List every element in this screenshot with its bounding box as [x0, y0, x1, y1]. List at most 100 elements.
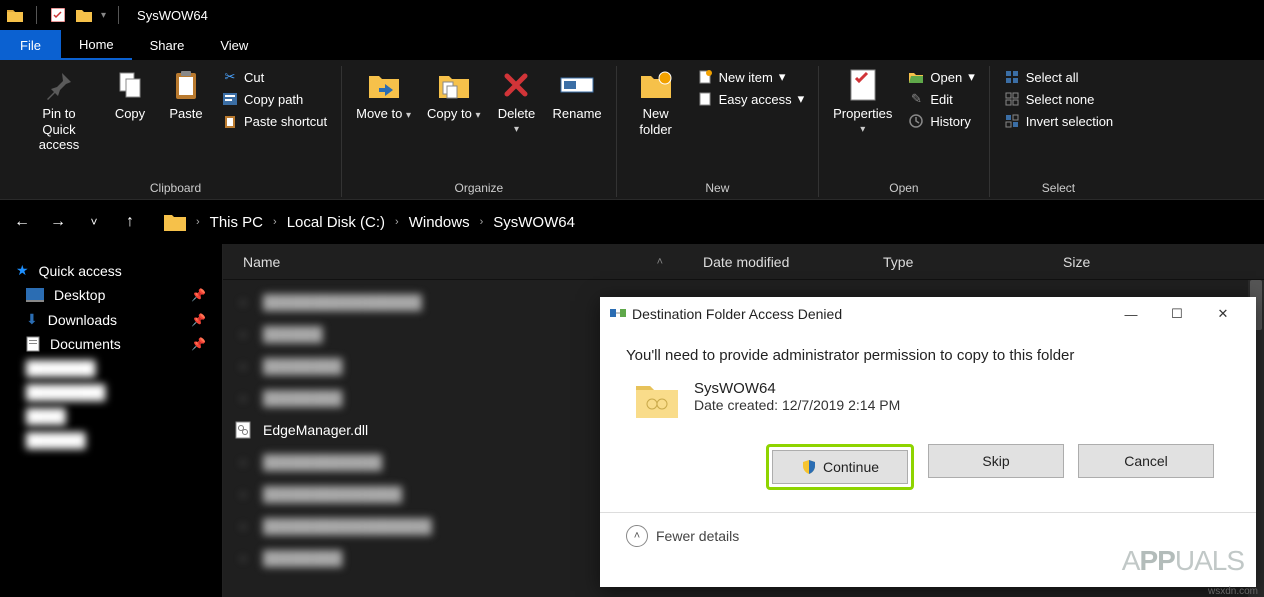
download-icon: ⬇	[26, 311, 38, 328]
breadcrumb[interactable]: › This PC › Local Disk (C:) › Windows › …	[164, 213, 575, 231]
home-tab[interactable]: Home	[61, 30, 132, 60]
ribbon-group-organize: Move to ▾ Copy to ▾ Delete ▾ Rename Orga…	[342, 66, 617, 197]
cancel-button[interactable]: Cancel	[1078, 444, 1214, 478]
pin-quickaccess-button[interactable]: Pin to Quick access	[20, 66, 98, 179]
up-button[interactable]: ↑	[118, 213, 142, 231]
col-name[interactable]: Name˄	[223, 254, 683, 270]
caret-down-icon: ▾	[860, 124, 865, 135]
shield-icon	[801, 459, 817, 475]
cut-button[interactable]: ✂Cut	[218, 68, 331, 86]
folder-icon[interactable]	[75, 6, 93, 24]
file-menu[interactable]: File	[0, 30, 61, 60]
invert-icon	[1004, 113, 1020, 129]
recent-dropdown[interactable]: ˅	[82, 215, 106, 229]
sidebar-item-blurred[interactable]: ██████	[8, 428, 214, 452]
invert-selection-button[interactable]: Invert selection	[1000, 112, 1117, 130]
path-icon	[222, 91, 238, 107]
crumb-drive[interactable]: Local Disk (C:)	[287, 214, 385, 231]
newitem-icon	[697, 69, 713, 85]
dialog-message: You'll need to provide administrator per…	[626, 347, 1230, 364]
pin-icon: 📌	[191, 337, 206, 351]
chevron-up-icon[interactable]: ˄	[626, 525, 648, 547]
chevron-right-icon[interactable]: ›	[273, 216, 277, 228]
continue-highlight: Continue	[766, 444, 914, 490]
pin-icon	[42, 68, 76, 102]
easy-access-button[interactable]: Easy access ▾	[693, 90, 809, 108]
chevron-right-icon[interactable]: ›	[196, 216, 200, 228]
rename-button[interactable]: Rename	[548, 66, 605, 179]
sidebar-item-blurred[interactable]: ████	[8, 404, 214, 428]
ribbon-group-select: Select all Select none Invert selection …	[990, 66, 1127, 197]
watermark-site: wsxdn.com	[1208, 586, 1258, 597]
col-type[interactable]: Type	[863, 254, 1043, 270]
select-none-button[interactable]: Select none	[1000, 90, 1117, 108]
minimize-button[interactable]: —	[1108, 307, 1154, 322]
col-modified[interactable]: Date modified	[683, 254, 863, 270]
crumb-windows[interactable]: Windows	[409, 214, 470, 231]
close-button[interactable]: ✕	[1200, 306, 1246, 322]
delete-button[interactable]: Delete ▾	[492, 66, 540, 179]
crumb-thispc[interactable]: This PC	[210, 214, 263, 231]
divider	[36, 6, 37, 24]
sidebar-item-blurred[interactable]: ████████	[8, 380, 214, 404]
caret-down-icon[interactable]: ▾	[101, 10, 106, 21]
selectall-icon	[1004, 69, 1020, 85]
star-icon: ★	[16, 262, 29, 279]
new-folder-button[interactable]: New folder	[627, 66, 685, 179]
edit-icon: ✎	[908, 91, 924, 107]
continue-button[interactable]: Continue	[772, 450, 908, 484]
open-icon	[908, 69, 924, 85]
paste-icon	[169, 68, 203, 102]
forward-button[interactable]: →	[46, 213, 70, 231]
column-headers: Name˄ Date modified Type Size	[223, 244, 1264, 280]
save-icon[interactable]	[49, 6, 67, 24]
newfolder-icon	[639, 68, 673, 102]
dialog-titlebar: Destination Folder Access Denied — ☐ ✕	[600, 297, 1256, 331]
edit-button[interactable]: ✎Edit	[904, 90, 978, 108]
skip-button[interactable]: Skip	[928, 444, 1064, 478]
copy-to-button[interactable]: Copy to ▾	[423, 66, 484, 179]
chevron-right-icon[interactable]: ›	[395, 216, 399, 228]
delete-icon	[499, 68, 533, 102]
sidebar-item-quickaccess[interactable]: ★ Quick access	[8, 258, 214, 283]
chevron-right-icon[interactable]: ›	[480, 216, 484, 228]
copy-progress-icon	[610, 306, 626, 322]
view-tab[interactable]: View	[202, 30, 266, 60]
caret-down-icon: ▾	[779, 69, 786, 85]
new-item-button[interactable]: New item ▾	[693, 68, 809, 86]
properties-icon	[846, 68, 880, 102]
ribbon: Pin to Quick access Copy Paste ✂Cut Copy…	[0, 60, 1264, 200]
back-button[interactable]: ←	[10, 213, 34, 231]
properties-button[interactable]: Properties ▾	[829, 66, 896, 179]
sidebar: ★ Quick access Desktop 📌 ⬇ Downloads 📌 D…	[0, 244, 223, 597]
scissors-icon: ✂	[222, 69, 238, 85]
select-all-button[interactable]: Select all	[1000, 68, 1117, 86]
sidebar-item-documents[interactable]: Documents 📌	[8, 332, 214, 356]
copyto-icon	[437, 68, 471, 102]
rename-icon	[560, 68, 594, 102]
fewer-details-button[interactable]: Fewer details	[656, 528, 739, 544]
copy-button[interactable]: Copy	[106, 66, 154, 179]
sidebar-item-desktop[interactable]: Desktop 📌	[8, 283, 214, 307]
caret-down-icon: ▾	[968, 69, 975, 85]
moveto-icon	[367, 68, 401, 102]
open-button[interactable]: Open ▾	[904, 68, 978, 86]
copy-path-button[interactable]: Copy path	[218, 90, 331, 108]
history-icon	[908, 113, 924, 129]
share-tab[interactable]: Share	[132, 30, 203, 60]
paste-button[interactable]: Paste	[162, 66, 210, 179]
dialog-folder-date: Date created: 12/7/2019 2:14 PM	[694, 397, 900, 413]
access-denied-dialog: Destination Folder Access Denied — ☐ ✕ Y…	[600, 297, 1256, 587]
pin-icon: 📌	[191, 288, 206, 302]
desktop-icon	[26, 288, 44, 302]
col-size[interactable]: Size	[1043, 254, 1223, 270]
maximize-button[interactable]: ☐	[1154, 306, 1200, 322]
crumb-current[interactable]: SysWOW64	[493, 214, 575, 231]
move-to-button[interactable]: Move to ▾	[352, 66, 415, 179]
paste-shortcut-button[interactable]: Paste shortcut	[218, 112, 331, 130]
sidebar-item-downloads[interactable]: ⬇ Downloads 📌	[8, 307, 214, 332]
sidebar-item-blurred[interactable]: ███████	[8, 356, 214, 380]
history-button[interactable]: History	[904, 112, 978, 130]
ribbon-group-open: Properties ▾ Open ▾ ✎Edit History Open	[819, 66, 990, 197]
easyaccess-icon	[697, 91, 713, 107]
